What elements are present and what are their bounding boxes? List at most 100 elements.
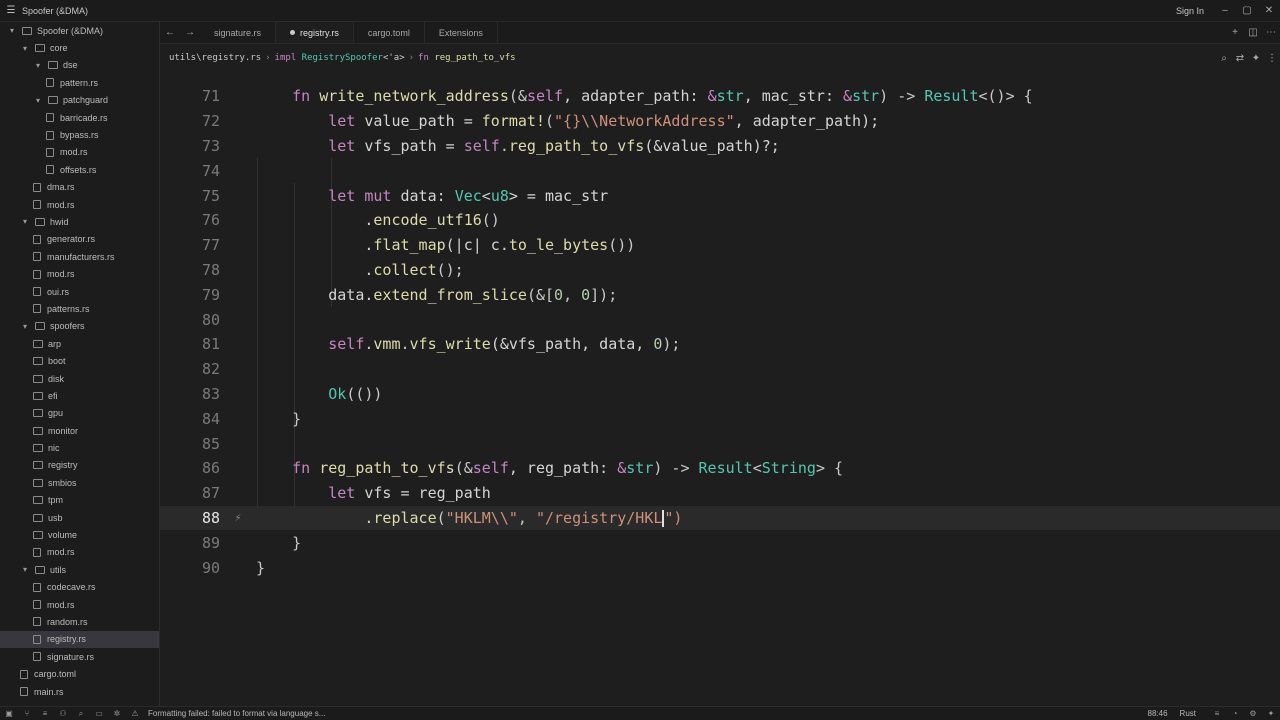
- code-line[interactable]: 77 .flat_map(|c| c.to_le_bytes()): [160, 233, 1280, 258]
- code-editor[interactable]: 71 fn write_network_address(&self, adapt…: [160, 72, 1280, 706]
- status-message[interactable]: Formatting failed: failed to format via …: [148, 709, 325, 718]
- file-tree-item[interactable]: mod.rs: [0, 544, 159, 561]
- assistant-icon[interactable]: ✦: [1262, 709, 1280, 718]
- file-tree-item[interactable]: pattern.rs: [0, 74, 159, 91]
- code-line[interactable]: 79 data.extend_from_slice(&[0, 0]);: [160, 282, 1280, 307]
- folder-tree-item[interactable]: arp: [0, 335, 159, 352]
- file-tree-item[interactable]: manufacturers.rs: [0, 248, 159, 265]
- menu-icon[interactable]: ☰: [0, 5, 22, 16]
- line-number[interactable]: 78: [160, 261, 220, 279]
- folder-tree-item[interactable]: ▾ patchguard: [0, 92, 159, 109]
- folder-tree-item[interactable]: disk: [0, 370, 159, 387]
- file-tree-item[interactable]: signature.rs: [0, 648, 159, 665]
- file-tree-item[interactable]: dma.rs: [0, 179, 159, 196]
- line-number[interactable]: 79: [160, 286, 220, 304]
- line-number[interactable]: 87: [160, 484, 220, 502]
- tab-extensions[interactable]: Extensions: [425, 22, 498, 43]
- code-line[interactable]: 90}: [160, 555, 1280, 580]
- file-tree-item[interactable]: main.rs: [0, 683, 159, 700]
- tab-registry[interactable]: registry.rs: [276, 22, 354, 43]
- line-number[interactable]: 84: [160, 410, 220, 428]
- folder-tree-item[interactable]: monitor: [0, 422, 159, 439]
- line-number[interactable]: 81: [160, 335, 220, 353]
- code-line[interactable]: 83 Ok(()): [160, 382, 1280, 407]
- line-number[interactable]: 80: [160, 311, 220, 329]
- file-tree-item[interactable]: offsets.rs: [0, 161, 159, 178]
- code-line[interactable]: 89 }: [160, 530, 1280, 555]
- folder-tree-item[interactable]: registry: [0, 457, 159, 474]
- line-number[interactable]: 75: [160, 187, 220, 205]
- file-tree-item[interactable]: codecave.rs: [0, 579, 159, 596]
- cursor-position[interactable]: 88:46: [1148, 709, 1168, 718]
- line-number[interactable]: 89: [160, 534, 220, 552]
- language-mode[interactable]: Rust: [1180, 709, 1196, 718]
- code-line[interactable]: 78 .collect();: [160, 258, 1280, 283]
- file-tree-item[interactable]: patterns.rs: [0, 300, 159, 317]
- search-icon[interactable]: ⌕: [1216, 53, 1232, 64]
- file-tree-item[interactable]: mod.rs: [0, 196, 159, 213]
- line-number[interactable]: 86: [160, 459, 220, 477]
- code-line[interactable]: 80: [160, 307, 1280, 332]
- folder-tree-item[interactable]: usb: [0, 509, 159, 526]
- code-line[interactable]: 84 }: [160, 406, 1280, 431]
- folder-tree-item[interactable]: volume: [0, 526, 159, 543]
- folder-tree-item[interactable]: ▾ utils: [0, 561, 159, 578]
- file-tree-item[interactable]: mod.rs: [0, 144, 159, 161]
- replace-icon[interactable]: ⇄: [1232, 53, 1248, 64]
- file-tree-item[interactable]: bypass.rs: [0, 126, 159, 143]
- breadcrumb-path[interactable]: utils\registry.rs: [169, 53, 261, 63]
- git-branch-icon[interactable]: ⑂: [18, 709, 36, 718]
- folder-tree-item[interactable]: boot: [0, 352, 159, 369]
- code-line[interactable]: 74: [160, 158, 1280, 183]
- panel-toggle-icon[interactable]: ▣: [0, 709, 18, 718]
- more-options-icon[interactable]: ⋮: [1264, 53, 1280, 64]
- file-tree-item[interactable]: mod.rs: [0, 596, 159, 613]
- line-number[interactable]: 90: [160, 559, 220, 577]
- notification-icon[interactable]: ◔: [1226, 709, 1244, 718]
- breadcrumb-impl-type[interactable]: RegistrySpoofer: [302, 53, 383, 63]
- minimize-icon[interactable]: –: [1214, 5, 1236, 16]
- file-tree-item[interactable]: barricade.rs: [0, 109, 159, 126]
- folder-tree-item[interactable]: smbios: [0, 474, 159, 491]
- breadcrumb-fn-name[interactable]: reg_path_to_vfs: [434, 53, 515, 63]
- collab-icon[interactable]: ⚇: [54, 709, 72, 718]
- line-number[interactable]: 76: [160, 211, 220, 229]
- folder-tree-item[interactable]: ▾ spoofers: [0, 318, 159, 335]
- line-number[interactable]: 73: [160, 137, 220, 155]
- back-arrow-icon[interactable]: ←: [160, 22, 180, 43]
- code-action-icon[interactable]: ⚡: [220, 511, 256, 524]
- line-number[interactable]: 72: [160, 112, 220, 130]
- split-pane-icon[interactable]: ◫: [1244, 22, 1262, 43]
- code-line[interactable]: 82: [160, 357, 1280, 382]
- folder-tree-item[interactable]: ▾ dse: [0, 57, 159, 74]
- tab-cargo-toml[interactable]: cargo.toml: [354, 22, 425, 43]
- code-line[interactable]: 71 fn write_network_address(&self, adapt…: [160, 84, 1280, 109]
- line-number[interactable]: 74: [160, 162, 220, 180]
- sign-in-button[interactable]: Sign In: [1176, 6, 1204, 16]
- ai-assist-icon[interactable]: ✦: [1248, 53, 1264, 64]
- code-line[interactable]: 81 self.vmm.vfs_write(&vfs_path, data, 0…: [160, 332, 1280, 357]
- debug-icon[interactable]: ✲: [108, 709, 126, 718]
- code-line[interactable]: 75 let mut data: Vec<u8> = mac_str: [160, 183, 1280, 208]
- code-line[interactable]: 85: [160, 431, 1280, 456]
- folder-tree-item[interactable]: gpu: [0, 405, 159, 422]
- line-number[interactable]: 71: [160, 87, 220, 105]
- forward-arrow-icon[interactable]: →: [180, 22, 200, 43]
- code-line[interactable]: 88 ⚡ .replace("HKLM\\", "/registry/HKL "): [160, 505, 1280, 531]
- file-tree-item[interactable]: cargo.toml: [0, 665, 159, 682]
- code-line[interactable]: 87 let vfs = reg_path: [160, 481, 1280, 506]
- line-number[interactable]: 77: [160, 236, 220, 254]
- tab-signature[interactable]: signature.rs: [200, 22, 277, 43]
- outline-icon[interactable]: ≡: [36, 709, 54, 718]
- more-options-icon[interactable]: ⋯: [1262, 22, 1280, 43]
- file-tree-item[interactable]: oui.rs: [0, 283, 159, 300]
- warning-icon[interactable]: ⚠: [126, 709, 144, 718]
- search-icon[interactable]: ⌕: [72, 709, 90, 719]
- maximize-icon[interactable]: ▢: [1236, 5, 1258, 16]
- folder-tree-item[interactable]: tpm: [0, 492, 159, 509]
- settings-icon[interactable]: ⚙: [1244, 709, 1262, 718]
- file-tree-item[interactable]: random.rs: [0, 613, 159, 630]
- folder-tree-item[interactable]: ▾ core: [0, 39, 159, 56]
- line-number[interactable]: 82: [160, 360, 220, 378]
- line-number[interactable]: 85: [160, 435, 220, 453]
